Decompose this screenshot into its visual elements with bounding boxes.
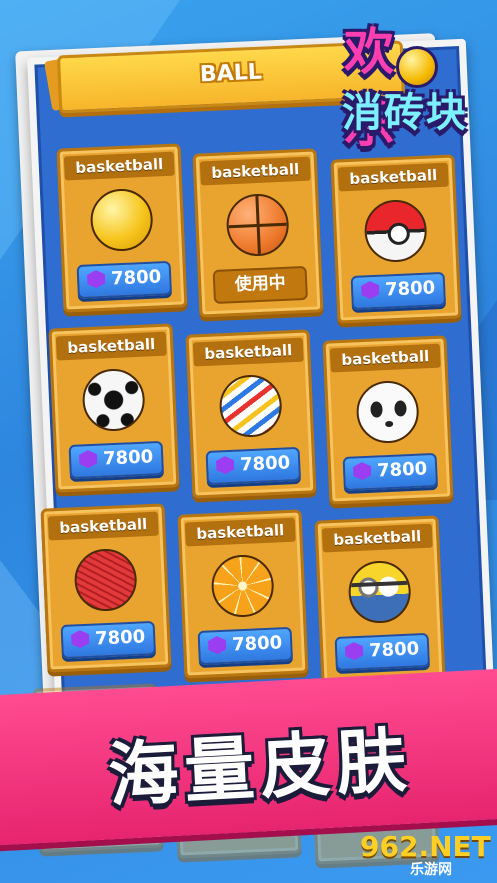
price: 7800 [239,452,291,476]
buy-button[interactable]: 7800 [342,452,438,491]
price: 7800 [94,626,146,650]
gem-icon [361,281,380,300]
buy-button[interactable]: 7800 [68,440,164,479]
price: 7800 [384,277,436,301]
gem-icon [353,462,372,481]
price: 7800 [376,458,428,482]
skin-card[interactable]: basketball 7800 [330,154,462,324]
logo-line-2: 消砖块 [342,90,468,136]
price: 7800 [102,446,154,470]
panda-ball-icon [355,379,420,445]
orange-slice-ball-icon [210,553,275,619]
skin-name: basketball [184,517,296,547]
buy-button[interactable]: 7800 [60,620,156,659]
skin-name: basketball [199,156,311,186]
soccer-ball-icon [81,367,146,433]
gem-icon [345,642,364,661]
price: 7800 [231,632,283,656]
skin-name: basketball [337,162,449,192]
buy-button[interactable]: 7800 [334,632,430,671]
gem-icon [71,630,90,649]
skin-name: basketball [47,511,159,541]
yarn-ball-icon [73,547,138,613]
in-use-badge: 使用中 [212,265,308,304]
buy-button[interactable]: 7800 [205,446,301,485]
gem-icon [79,450,98,469]
skin-card[interactable]: basketball 7800 [322,335,454,505]
game-logo: 欢乐 消砖块 [338,10,488,153]
price: 7800 [110,266,162,290]
skin-name: basketball [55,331,167,361]
skin-name: basketball [192,337,304,367]
skin-card[interactable]: basketball 7800 [48,323,180,493]
minion-ball-icon [347,559,412,625]
skin-card[interactable]: basketball 使用中 [192,148,324,318]
buy-button[interactable]: 7800 [350,271,446,310]
pokeball-icon [363,198,428,264]
skin-card[interactable]: basketball 7800 [56,143,188,313]
buy-button[interactable]: 7800 [76,260,172,299]
promo-banner-text: 海量皮肤 [106,719,415,817]
gem-icon [87,270,106,289]
skin-card[interactable]: basketball 7800 [314,515,446,685]
skin-name: basketball [321,523,433,553]
skin-card[interactable]: basketball 7800 [185,329,317,499]
price: 7800 [368,638,420,662]
site-watermark: 962.NET 乐游网 [360,830,491,880]
skin-name: basketball [329,343,441,373]
gold-ball-icon [89,187,154,253]
skin-card[interactable]: basketball 7800 [40,503,172,673]
gem-icon [216,456,235,475]
basketball-icon [225,192,290,258]
gem-icon [208,636,227,655]
skin-name: basketball [63,151,175,181]
striped-ball-icon [218,373,283,439]
buy-button[interactable]: 7800 [197,626,293,665]
skin-card[interactable]: basketball 7800 [177,509,309,679]
